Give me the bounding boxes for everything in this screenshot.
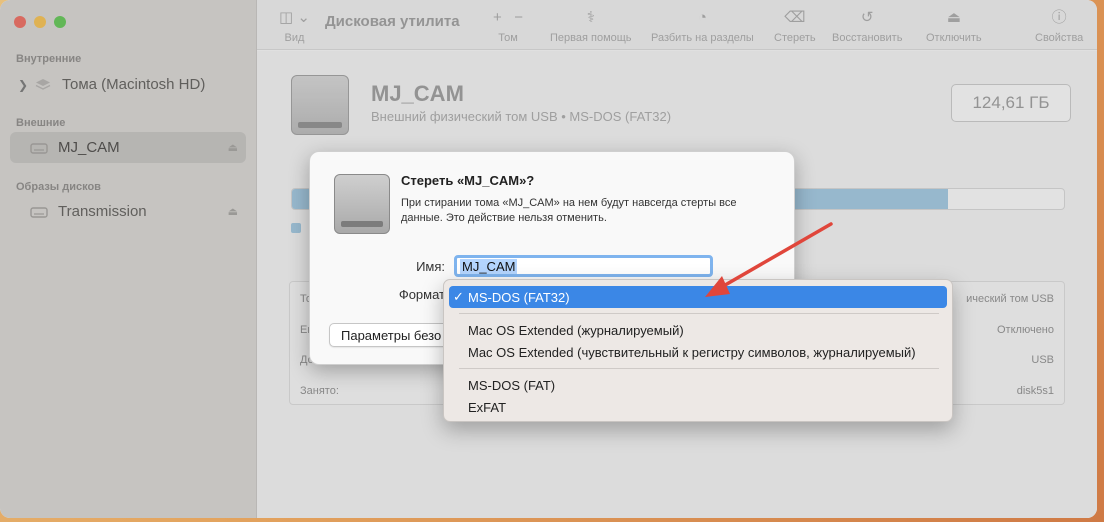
annotation-arrow bbox=[705, 222, 833, 297]
annotation-arrow-head bbox=[705, 276, 730, 297]
annotation-arrow-shaft bbox=[718, 222, 833, 290]
